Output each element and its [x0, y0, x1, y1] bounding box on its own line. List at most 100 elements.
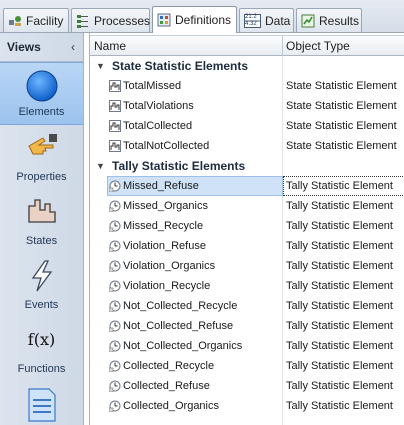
table-row[interactable]: Collected_Refuse Tally Statistic Element [90, 376, 404, 396]
nav-elements[interactable]: Elements [0, 62, 83, 125]
table-row[interactable]: Not_Collected_Organics Tally Statistic El… [90, 336, 404, 356]
nav-label: Events [24, 299, 59, 311]
table-row[interactable]: Collected_Recycle Tally Statistic Element [90, 356, 404, 376]
tab-label: Facility [26, 13, 64, 28]
table-row[interactable]: Collected_Organics Tally Statistic Elemen… [90, 396, 404, 416]
object-type: Tally Statistic Element [286, 300, 393, 312]
tally-statistic-icon [108, 380, 121, 393]
results-icon [301, 14, 315, 28]
group-header[interactable]: ▼ Tally Statistic Elements [90, 156, 404, 176]
element-name[interactable]: Missed_Organics [123, 200, 208, 212]
element-name[interactable]: Violation_Organics [123, 260, 215, 272]
element-name[interactable]: Not_Collected_Recycle [123, 300, 237, 312]
collapse-chevron-icon[interactable]: ▼ [96, 161, 112, 171]
tab-facility[interactable]: Facility [3, 8, 69, 32]
element-name[interactable]: TotalCollected [123, 120, 192, 132]
object-type: Tally Statistic Element [286, 200, 393, 212]
element-name[interactable]: TotalMissed [123, 80, 181, 92]
grid-header: Name Object Type [90, 35, 404, 56]
nav-events[interactable]: Events [0, 254, 83, 317]
element-name[interactable]: TotalViolations [123, 100, 194, 112]
tab-label: Data [265, 13, 291, 28]
tally-statistic-icon [108, 240, 121, 253]
function-icon: f(x) [27, 330, 56, 349]
nav-label: Properties [16, 171, 67, 183]
group-header[interactable]: ▼ State Statistic Elements [90, 56, 404, 76]
tab-results[interactable]: Results [296, 8, 362, 32]
element-name[interactable]: Collected_Organics [123, 400, 219, 412]
object-type: Tally Statistic Element [286, 280, 393, 292]
element-name[interactable]: Collected_Refuse [123, 380, 210, 392]
processes-icon [76, 14, 90, 28]
lightning-icon [28, 260, 56, 295]
table-row[interactable]: Missed_Recycle Tally Statistic Element [90, 216, 404, 236]
pointing-hand-icon [25, 132, 59, 165]
nav-functions[interactable]: f(x) Functions [0, 318, 83, 381]
collapse-sidebar-button[interactable]: ‹ [71, 40, 75, 54]
column-header-name[interactable]: Name [94, 39, 126, 53]
nav-label: Functions [17, 363, 66, 375]
nav-lists[interactable] [0, 382, 83, 425]
table-row[interactable]: TotalMissed State Statistic Element [90, 76, 404, 96]
element-name[interactable]: Not_Collected_Organics [123, 340, 242, 352]
tally-statistic-icon [108, 280, 121, 293]
table-row[interactable]: Not_Collected_Recycle Tally Statistic Ele… [90, 296, 404, 316]
object-type: Tally Statistic Element [286, 180, 393, 192]
nav-properties[interactable]: Properties [0, 126, 83, 189]
tab-processes[interactable]: Processes [71, 8, 150, 32]
data-icon-top-text: 21.2 [245, 13, 257, 20]
element-name[interactable]: TotalNotCollected [123, 140, 209, 152]
tally-statistic-icon [108, 200, 121, 213]
table-row[interactable]: Missed_Organics Tally Statistic Element [90, 196, 404, 216]
object-type: State Statistic Element [286, 80, 397, 92]
nav-label: States [25, 235, 58, 247]
table-row[interactable]: Violation_Organics Tally Statistic Elemen… [90, 256, 404, 276]
table-row[interactable]: Missed_Refuse Tally Statistic Element [90, 176, 404, 196]
tally-statistic-icon [108, 360, 121, 373]
table-row[interactable]: TotalCollected State Statistic Element [90, 116, 404, 136]
blue-circle-icon [25, 69, 59, 106]
element-name[interactable]: Violation_Refuse [123, 240, 206, 252]
collapse-chevron-icon[interactable]: ▼ [96, 61, 112, 71]
nav-label: Elements [18, 106, 65, 118]
state-statistic-icon [109, 120, 121, 132]
tally-statistic-icon [108, 300, 121, 313]
object-type: Tally Statistic Element [286, 220, 393, 232]
table-row[interactable]: Not_Collected_Refuse Tally Statistic Elem… [90, 316, 404, 336]
data-table-icon: 21.2 4.32 [244, 13, 261, 28]
object-type: Tally Statistic Element [286, 360, 393, 372]
object-type: State Statistic Element [286, 120, 397, 132]
table-row[interactable]: TotalViolations State Statistic Element [90, 96, 404, 116]
object-type: Tally Statistic Element [286, 240, 393, 252]
tab-label: Processes [94, 13, 151, 28]
definitions-icon [157, 13, 171, 27]
table-row[interactable]: TotalNotCollected State Statistic Element [90, 136, 404, 156]
object-type: State Statistic Element [286, 140, 397, 152]
views-title: Views [7, 40, 41, 54]
state-statistic-icon [109, 80, 121, 92]
table-row[interactable]: Violation_Refuse Tally Statistic Element [90, 236, 404, 256]
element-name[interactable]: Violation_Recycle [123, 280, 210, 292]
element-name[interactable]: Missed_Refuse [123, 180, 199, 192]
object-type: Tally Statistic Element [286, 400, 393, 412]
object-type: Tally Statistic Element [286, 380, 393, 392]
element-name[interactable]: Not_Collected_Refuse [123, 320, 233, 332]
group-title: State Statistic Elements [112, 59, 249, 73]
group-title: Tally Statistic Elements [112, 159, 246, 173]
tab-label: Definitions [175, 13, 232, 27]
tab-data[interactable]: 21.2 4.32 Data [239, 8, 294, 32]
column-divider[interactable] [282, 36, 283, 56]
object-type: Tally Statistic Element [286, 320, 393, 332]
state-statistic-icon [109, 100, 121, 112]
data-icon-bottom-text: 4.32 [245, 20, 257, 27]
tab-definitions[interactable]: Definitions [152, 6, 237, 33]
nav-states[interactable]: States [0, 190, 83, 253]
tab-strip: Facility Processes Definitions 21.2 4.32… [0, 0, 404, 33]
tally-statistic-icon [108, 260, 121, 273]
state-statistic-icon [109, 140, 121, 152]
column-header-object-type[interactable]: Object Type [286, 39, 350, 53]
element-name[interactable]: Missed_Recycle [123, 220, 203, 232]
states-icon [27, 196, 57, 227]
element-name[interactable]: Collected_Recycle [123, 360, 214, 372]
table-row[interactable]: Violation_Recycle Tally Statistic Element [90, 276, 404, 296]
